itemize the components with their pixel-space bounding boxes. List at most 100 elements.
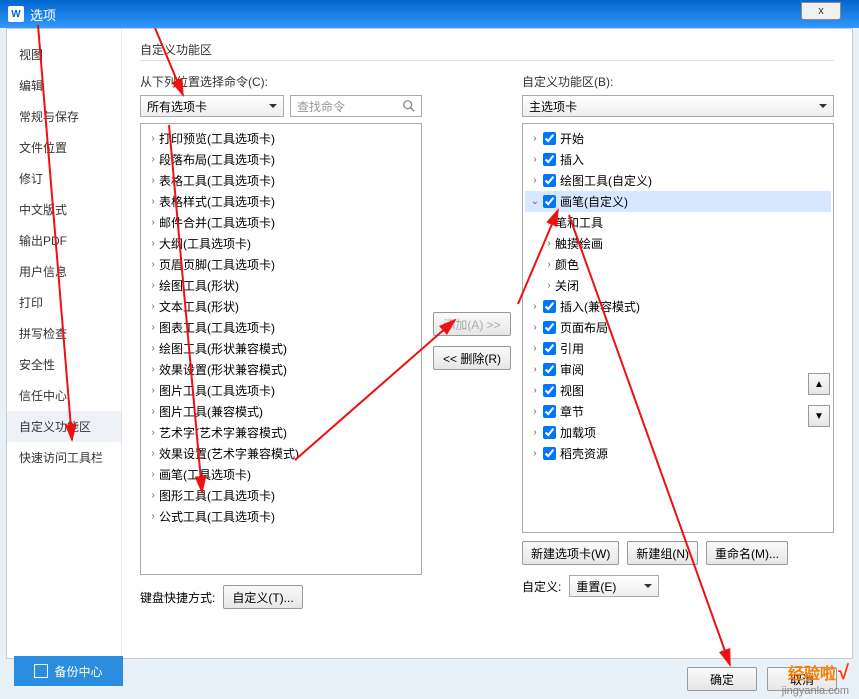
- sidebar-item[interactable]: 文件位置: [7, 132, 121, 163]
- custom-label: 自定义:: [522, 578, 561, 595]
- add-button[interactable]: 添加(A) >>: [433, 312, 511, 336]
- tree-node[interactable]: 开始: [525, 128, 831, 149]
- checkbox[interactable]: [543, 447, 556, 460]
- ok-button[interactable]: 确定: [687, 667, 757, 691]
- tree-node[interactable]: 效果设置(艺术字兼容模式): [143, 443, 419, 464]
- sidebar-item[interactable]: 快速访问工具栏: [7, 442, 121, 473]
- commands-source-dropdown[interactable]: 所有选项卡: [140, 95, 284, 117]
- chevron-right-icon: [147, 448, 159, 459]
- tree-node[interactable]: 触摸绘画: [525, 233, 831, 254]
- checkbox[interactable]: [543, 195, 556, 208]
- move-down-button[interactable]: ▼: [808, 405, 830, 427]
- tree-node[interactable]: 插入(兼容模式): [525, 296, 831, 317]
- tree-node[interactable]: 画笔(自定义): [525, 191, 831, 212]
- caret-icon: [529, 385, 541, 396]
- new-tab-button[interactable]: 新建选项卡(W): [522, 541, 619, 565]
- tree-node[interactable]: 颜色: [525, 254, 831, 275]
- checkbox[interactable]: [543, 321, 556, 334]
- sidebar-item[interactable]: 信任中心: [7, 380, 121, 411]
- close-button[interactable]: x: [801, 2, 841, 20]
- caret-icon: [529, 175, 541, 186]
- tree-node[interactable]: 页面布局: [525, 317, 831, 338]
- tree-node[interactable]: 视图: [525, 380, 831, 401]
- checkbox[interactable]: [543, 384, 556, 397]
- tree-node[interactable]: 画笔(工具选项卡): [143, 464, 419, 485]
- sidebar-item[interactable]: 用户信息: [7, 256, 121, 287]
- tree-node[interactable]: 图表工具(工具选项卡): [143, 317, 419, 338]
- tree-node[interactable]: 绘图工具(自定义): [525, 170, 831, 191]
- tree-node[interactable]: 大纲(工具选项卡): [143, 233, 419, 254]
- chevron-right-icon: [147, 490, 159, 501]
- caret-icon: [529, 322, 541, 333]
- sidebar-item[interactable]: 中文版式: [7, 194, 121, 225]
- tree-node[interactable]: 绘图工具(形状兼容模式): [143, 338, 419, 359]
- tree-node[interactable]: 图片工具(工具选项卡): [143, 380, 419, 401]
- chevron-right-icon: [147, 343, 159, 354]
- tree-node[interactable]: 关闭: [525, 275, 831, 296]
- tree-node[interactable]: 艺术字(艺术字兼容模式): [143, 422, 419, 443]
- chevron-right-icon: [147, 511, 159, 522]
- tree-node[interactable]: 打印预览(工具选项卡): [143, 128, 419, 149]
- checkbox[interactable]: [543, 153, 556, 166]
- tree-node[interactable]: 图形工具(工具选项卡): [143, 485, 419, 506]
- tree-node[interactable]: 效果设置(形状兼容模式): [143, 359, 419, 380]
- chevron-right-icon: [147, 322, 159, 333]
- sidebar-item[interactable]: 输出PDF: [7, 225, 121, 256]
- sidebar-item[interactable]: 常规与保存: [7, 101, 121, 132]
- sidebar-item[interactable]: 安全性: [7, 349, 121, 380]
- tree-node[interactable]: 插入: [525, 149, 831, 170]
- main-panel: 自定义功能区 从下列位置选择命令(C): 所有选项卡 查找命令 打印预览(工具选…: [122, 29, 852, 658]
- caret-icon: [529, 406, 541, 417]
- new-group-button[interactable]: 新建组(N): [627, 541, 698, 565]
- reset-dropdown[interactable]: 重置(E): [569, 575, 659, 597]
- chevron-right-icon: [147, 175, 159, 186]
- tree-node[interactable]: 笔和工具: [525, 212, 831, 233]
- move-up-button[interactable]: ▲: [808, 373, 830, 395]
- customize-keyboard-button[interactable]: 自定义(T)...: [223, 585, 302, 609]
- backup-center-button[interactable]: 备份中心: [14, 656, 123, 686]
- rename-button[interactable]: 重命名(M)...: [706, 541, 788, 565]
- checkbox[interactable]: [543, 132, 556, 145]
- sidebar-item[interactable]: 拼写检查: [7, 318, 121, 349]
- checkbox[interactable]: [543, 426, 556, 439]
- checkbox[interactable]: [543, 405, 556, 418]
- commands-tree[interactable]: 打印预览(工具选项卡)段落布局(工具选项卡)表格工具(工具选项卡)表格样式(工具…: [140, 123, 422, 575]
- sidebar-item[interactable]: 视图: [7, 39, 121, 70]
- search-input[interactable]: 查找命令: [290, 95, 422, 117]
- tree-node[interactable]: 稻壳资源: [525, 443, 831, 464]
- chevron-right-icon: [147, 427, 159, 438]
- checkbox[interactable]: [543, 174, 556, 187]
- choose-commands-label: 从下列位置选择命令(C):: [140, 73, 422, 90]
- caret-icon: [529, 448, 541, 459]
- tree-node[interactable]: 审阅: [525, 359, 831, 380]
- tree-node[interactable]: 图片工具(兼容模式): [143, 401, 419, 422]
- caret-icon: [543, 259, 555, 270]
- tree-node[interactable]: 段落布局(工具选项卡): [143, 149, 419, 170]
- sidebar-item[interactable]: 自定义功能区: [7, 411, 121, 442]
- tree-node[interactable]: 绘图工具(形状): [143, 275, 419, 296]
- tree-node[interactable]: 公式工具(工具选项卡): [143, 506, 419, 527]
- cancel-button[interactable]: 取消: [767, 667, 837, 691]
- tree-node[interactable]: 加载项: [525, 422, 831, 443]
- checkbox[interactable]: [543, 300, 556, 313]
- dialog-footer: 确定 取消: [687, 667, 837, 691]
- checkbox[interactable]: [543, 342, 556, 355]
- tree-node[interactable]: 文本工具(形状): [143, 296, 419, 317]
- tree-node[interactable]: 邮件合并(工具选项卡): [143, 212, 419, 233]
- backup-icon: [34, 664, 48, 678]
- ribbon-tree[interactable]: 开始插入绘图工具(自定义)画笔(自定义)笔和工具触摸绘画颜色关闭插入(兼容模式)…: [522, 123, 834, 533]
- sidebar-item[interactable]: 打印: [7, 287, 121, 318]
- sidebar-item[interactable]: 修订: [7, 163, 121, 194]
- checkbox[interactable]: [543, 363, 556, 376]
- tree-node[interactable]: 章节: [525, 401, 831, 422]
- tree-node[interactable]: 表格样式(工具选项卡): [143, 191, 419, 212]
- remove-button[interactable]: << 删除(R): [433, 346, 511, 370]
- chevron-right-icon: [147, 238, 159, 249]
- tree-node[interactable]: 页眉页脚(工具选项卡): [143, 254, 419, 275]
- sidebar-item[interactable]: 编辑: [7, 70, 121, 101]
- ribbon-tabs-dropdown[interactable]: 主选项卡: [522, 95, 834, 117]
- chevron-right-icon: [147, 385, 159, 396]
- caret-icon: [529, 301, 541, 312]
- tree-node[interactable]: 表格工具(工具选项卡): [143, 170, 419, 191]
- tree-node[interactable]: 引用: [525, 338, 831, 359]
